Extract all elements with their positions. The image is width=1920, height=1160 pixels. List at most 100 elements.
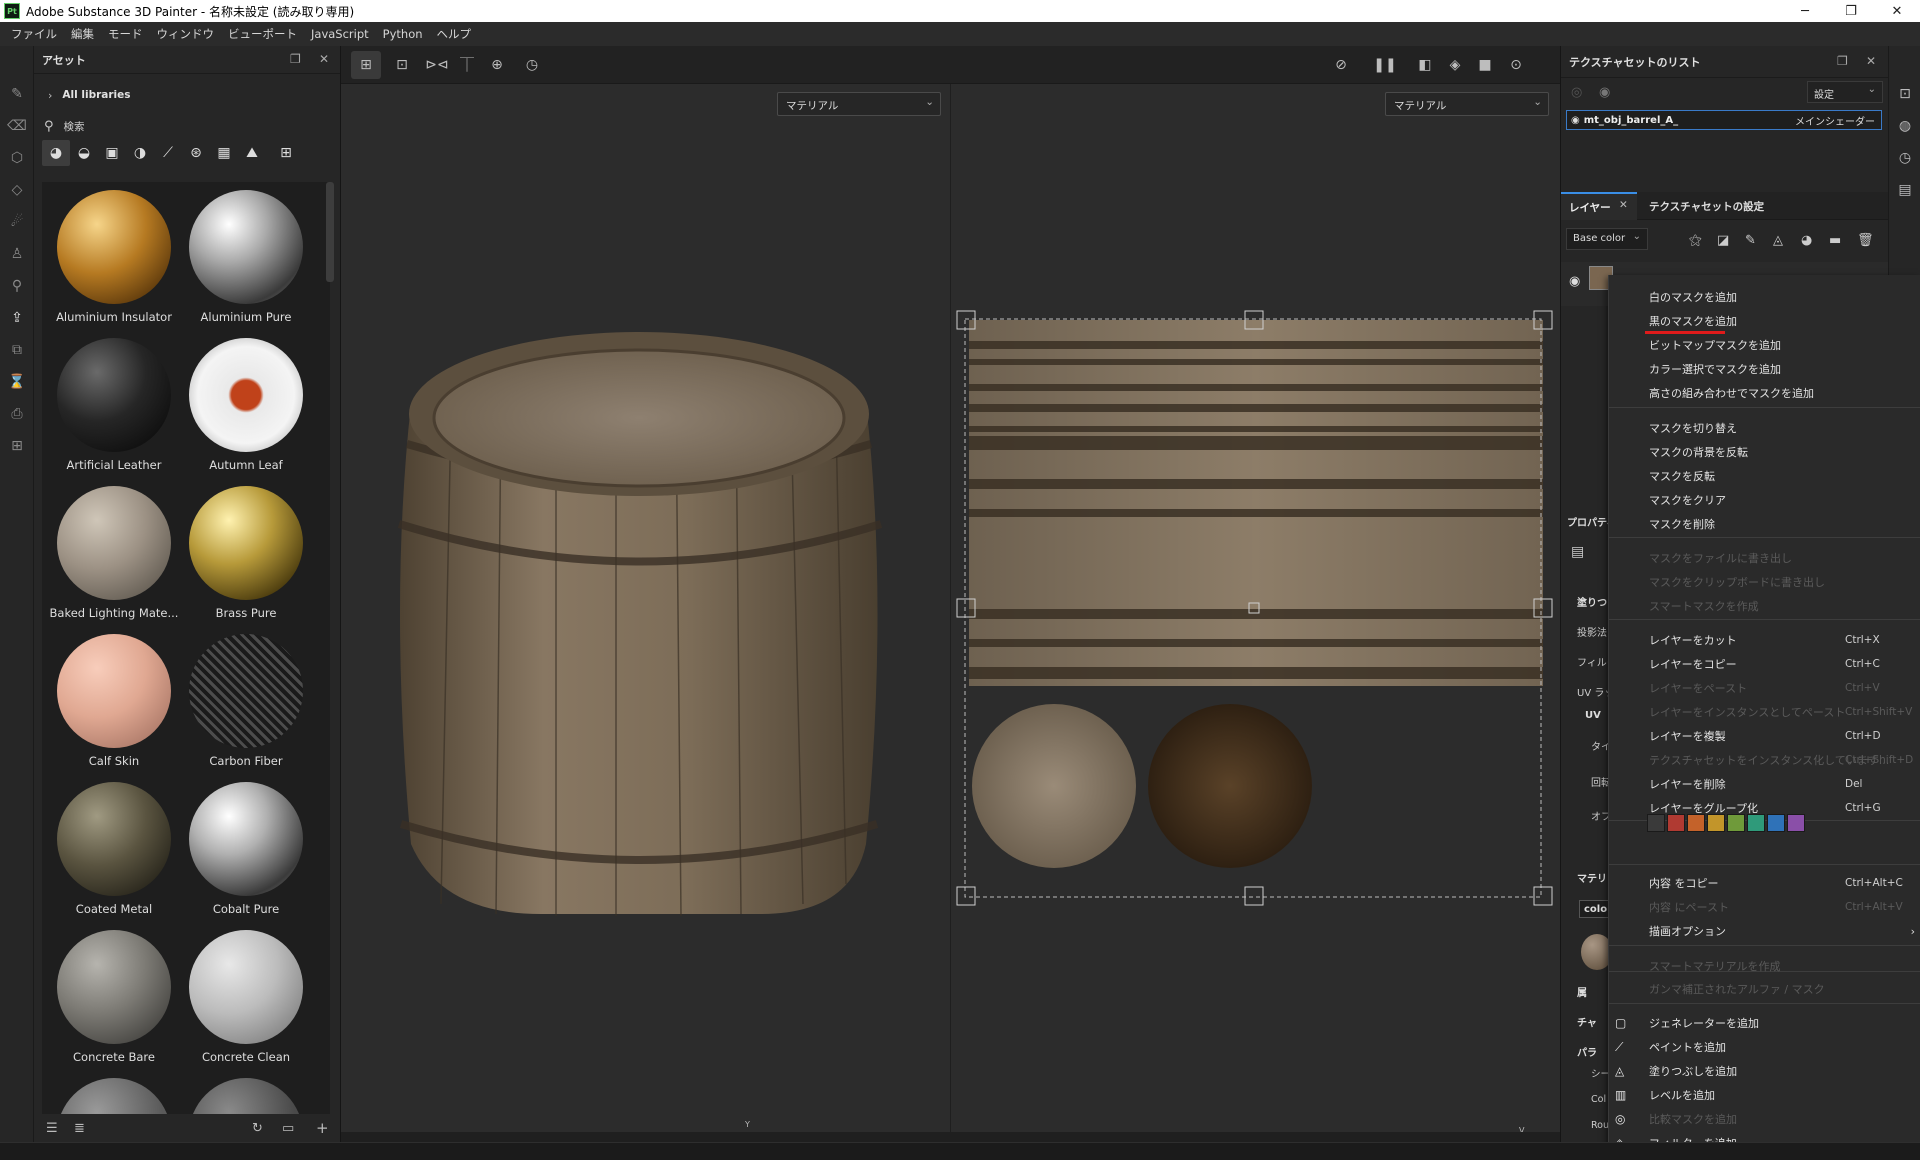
- menu-viewport[interactable]: ビューポート: [221, 26, 304, 42]
- frame-icon[interactable]: ⊕: [482, 51, 512, 79]
- library-selector[interactable]: › All libraries: [48, 86, 131, 104]
- context-menu-item[interactable]: マスクを削除: [1609, 512, 1920, 536]
- viewport-3d[interactable]: マテリアル ⌄ Y: [341, 84, 950, 1132]
- float-panel-icon[interactable]: ❐: [1837, 54, 1848, 68]
- context-menu-item[interactable]: レイヤーを複製 Ctrl+D: [1609, 724, 1920, 748]
- shader-settings-icon[interactable]: ◍: [1889, 110, 1920, 142]
- particles-filter-icon[interactable]: ⊛: [182, 140, 210, 166]
- log-icon[interactable]: ▤: [1889, 174, 1920, 206]
- texture-filter-icon[interactable]: ▦: [210, 140, 238, 166]
- context-menu-item[interactable]: レイヤーをコピー Ctrl+C: [1609, 652, 1920, 676]
- menu-file[interactable]: ファイル: [4, 26, 64, 42]
- context-menu-item[interactable]: 高さの組み合わせでマスクを追加: [1609, 381, 1920, 405]
- menu-python[interactable]: Python: [376, 27, 430, 41]
- pause-icon[interactable]: ❚❚: [1370, 51, 1400, 79]
- screenshot-icon[interactable]: ⊙: [1501, 51, 1531, 79]
- assets-scrollbar[interactable]: [326, 182, 334, 282]
- menu-help[interactable]: ヘルプ: [430, 26, 479, 42]
- magic-wand-icon[interactable]: ⚝: [1689, 233, 1702, 248]
- history-icon[interactable]: ⌛: [0, 366, 34, 398]
- color-swatch[interactable]: [1687, 814, 1705, 832]
- search-input[interactable]: 検索: [64, 119, 85, 134]
- smudge-icon[interactable]: ☄: [0, 206, 34, 238]
- eye-icon[interactable]: ◉: [1571, 115, 1580, 126]
- symmetry-icon[interactable]: ⊳⊲: [422, 51, 452, 79]
- add-icon[interactable]: +: [316, 1119, 329, 1137]
- shelf-icon[interactable]: ⧉: [0, 334, 34, 366]
- texture-set-settings-select[interactable]: 設定 ⌄: [1807, 81, 1883, 103]
- context-menu-item[interactable]: 白のマスクを追加: [1609, 285, 1920, 309]
- asset-card[interactable]: Aluminium Insulator: [48, 182, 180, 330]
- close-window-button[interactable]: ✕: [1874, 0, 1920, 22]
- asset-card[interactable]: Cobalt Pure: [180, 774, 312, 922]
- context-menu-item[interactable]: 黒のマスクを追加: [1609, 309, 1920, 334]
- menu-javascript[interactable]: JavaScript: [304, 27, 376, 41]
- split-mode-icon[interactable]: ◧: [1410, 51, 1440, 79]
- eraser-icon[interactable]: ⌫: [0, 110, 34, 142]
- color-swatch[interactable]: [1747, 814, 1765, 832]
- grid-view-icon[interactable]: ⊞: [272, 140, 300, 166]
- brush-filter-icon[interactable]: ⟋: [154, 140, 182, 166]
- context-menu-item[interactable]: 描画オプション ›: [1609, 919, 1920, 943]
- context-menu-item[interactable]: マスクを反転: [1609, 464, 1920, 488]
- delete-layer-icon[interactable]: 🗑: [1857, 233, 1874, 248]
- picker-icon[interactable]: ⚲: [0, 270, 34, 302]
- close-tab-icon[interactable]: ✕: [1619, 199, 1628, 211]
- menu-window[interactable]: ウィンドウ: [150, 26, 222, 42]
- maximize-button[interactable]: ❐: [1828, 0, 1874, 22]
- context-menu-item[interactable]: レイヤーを削除 Del: [1609, 772, 1920, 796]
- smart-material-filter-icon[interactable]: ◒: [70, 140, 98, 166]
- color-swatch[interactable]: [1667, 814, 1685, 832]
- filter-effect-icon[interactable]: ◑: [126, 140, 154, 166]
- properties-fill-icon[interactable]: ▤: [1571, 544, 1584, 560]
- asset-card[interactable]: Aluminium Pure: [180, 182, 312, 330]
- color-swatch[interactable]: [1727, 814, 1745, 832]
- environment-filter-icon[interactable]: ⛰: [238, 140, 266, 166]
- context-menu-item[interactable]: マスクの背景を反転: [1609, 440, 1920, 464]
- visibility-icon[interactable]: ◉: [1599, 85, 1610, 100]
- prop-label[interactable]: colo: [1579, 900, 1611, 918]
- add-folder-icon[interactable]: ▬: [1829, 233, 1841, 248]
- history-icon[interactable]: ◷: [1889, 142, 1920, 174]
- cube-icon[interactable]: ◈: [1440, 51, 1470, 79]
- context-menu-item[interactable]: 内容 をコピー Ctrl+Alt+C: [1609, 871, 1920, 895]
- smart-mask-filter-icon[interactable]: ▣: [98, 140, 126, 166]
- asset-card[interactable]: Coated Metal: [48, 774, 180, 922]
- float-panel-icon[interactable]: ❐: [290, 52, 301, 66]
- texture-set-item[interactable]: ◉ mt_obj_barrel_A_ メインシェーダー: [1566, 110, 1882, 130]
- context-menu-item[interactable]: マスクをクリア: [1609, 488, 1920, 512]
- close-panel-icon[interactable]: ✕: [1866, 54, 1876, 68]
- assets-panel-icon[interactable]: ⇪: [0, 302, 34, 334]
- close-panel-icon[interactable]: ✕: [319, 52, 329, 66]
- menu-edit[interactable]: 編集: [64, 26, 101, 42]
- add-paint-layer-icon[interactable]: ✎: [1745, 233, 1756, 248]
- color-swatch[interactable]: [1647, 814, 1665, 832]
- color-swatch[interactable]: [1707, 814, 1725, 832]
- paint-brush-icon[interactable]: ✎: [0, 78, 34, 110]
- context-menu-item[interactable]: ▢ ジェネレーターを追加: [1609, 1011, 1920, 1035]
- refresh-icon[interactable]: ↻: [252, 1121, 263, 1136]
- projection-icon[interactable]: ⬡: [0, 142, 34, 174]
- bake-icon[interactable]: ⊞: [0, 430, 34, 462]
- context-menu-item[interactable]: ⟋ ペイントを追加: [1609, 1035, 1920, 1059]
- reset-camera-icon[interactable]: ◷: [517, 51, 547, 79]
- list-view-icon[interactable]: ☰: [46, 1121, 58, 1136]
- channel-select[interactable]: Base color ⌄: [1566, 228, 1648, 250]
- asset-card[interactable]: Autumn Leaf: [180, 330, 312, 478]
- asset-card[interactable]: Carbon Fiber: [180, 626, 312, 774]
- asset-card[interactable]: Baked Lighting Mate...: [48, 478, 180, 626]
- sort-icon[interactable]: ≣: [74, 1121, 85, 1136]
- display-settings-icon[interactable]: ⊡: [1889, 78, 1920, 110]
- asset-card[interactable]: Calf Skin: [48, 626, 180, 774]
- asset-card[interactable]: Artificial Leather: [48, 330, 180, 478]
- tab-layers[interactable]: レイヤー ✕: [1561, 192, 1637, 220]
- context-menu-item[interactable]: ビットマップマスクを追加: [1609, 333, 1920, 357]
- context-menu-item[interactable]: カラー選択でマスクを追加: [1609, 357, 1920, 381]
- folder-icon[interactable]: ▭: [282, 1121, 294, 1136]
- add-effect-icon[interactable]: ◕: [1801, 233, 1812, 248]
- layer-visibility-icon[interactable]: ◉: [1569, 274, 1580, 289]
- clone-stamp-icon[interactable]: ♙: [0, 238, 34, 270]
- asset-card[interactable]: Brass Pure: [180, 478, 312, 626]
- add-mask-icon[interactable]: ◪: [1717, 233, 1729, 248]
- asset-card[interactable]: Concrete Bare: [48, 922, 180, 1070]
